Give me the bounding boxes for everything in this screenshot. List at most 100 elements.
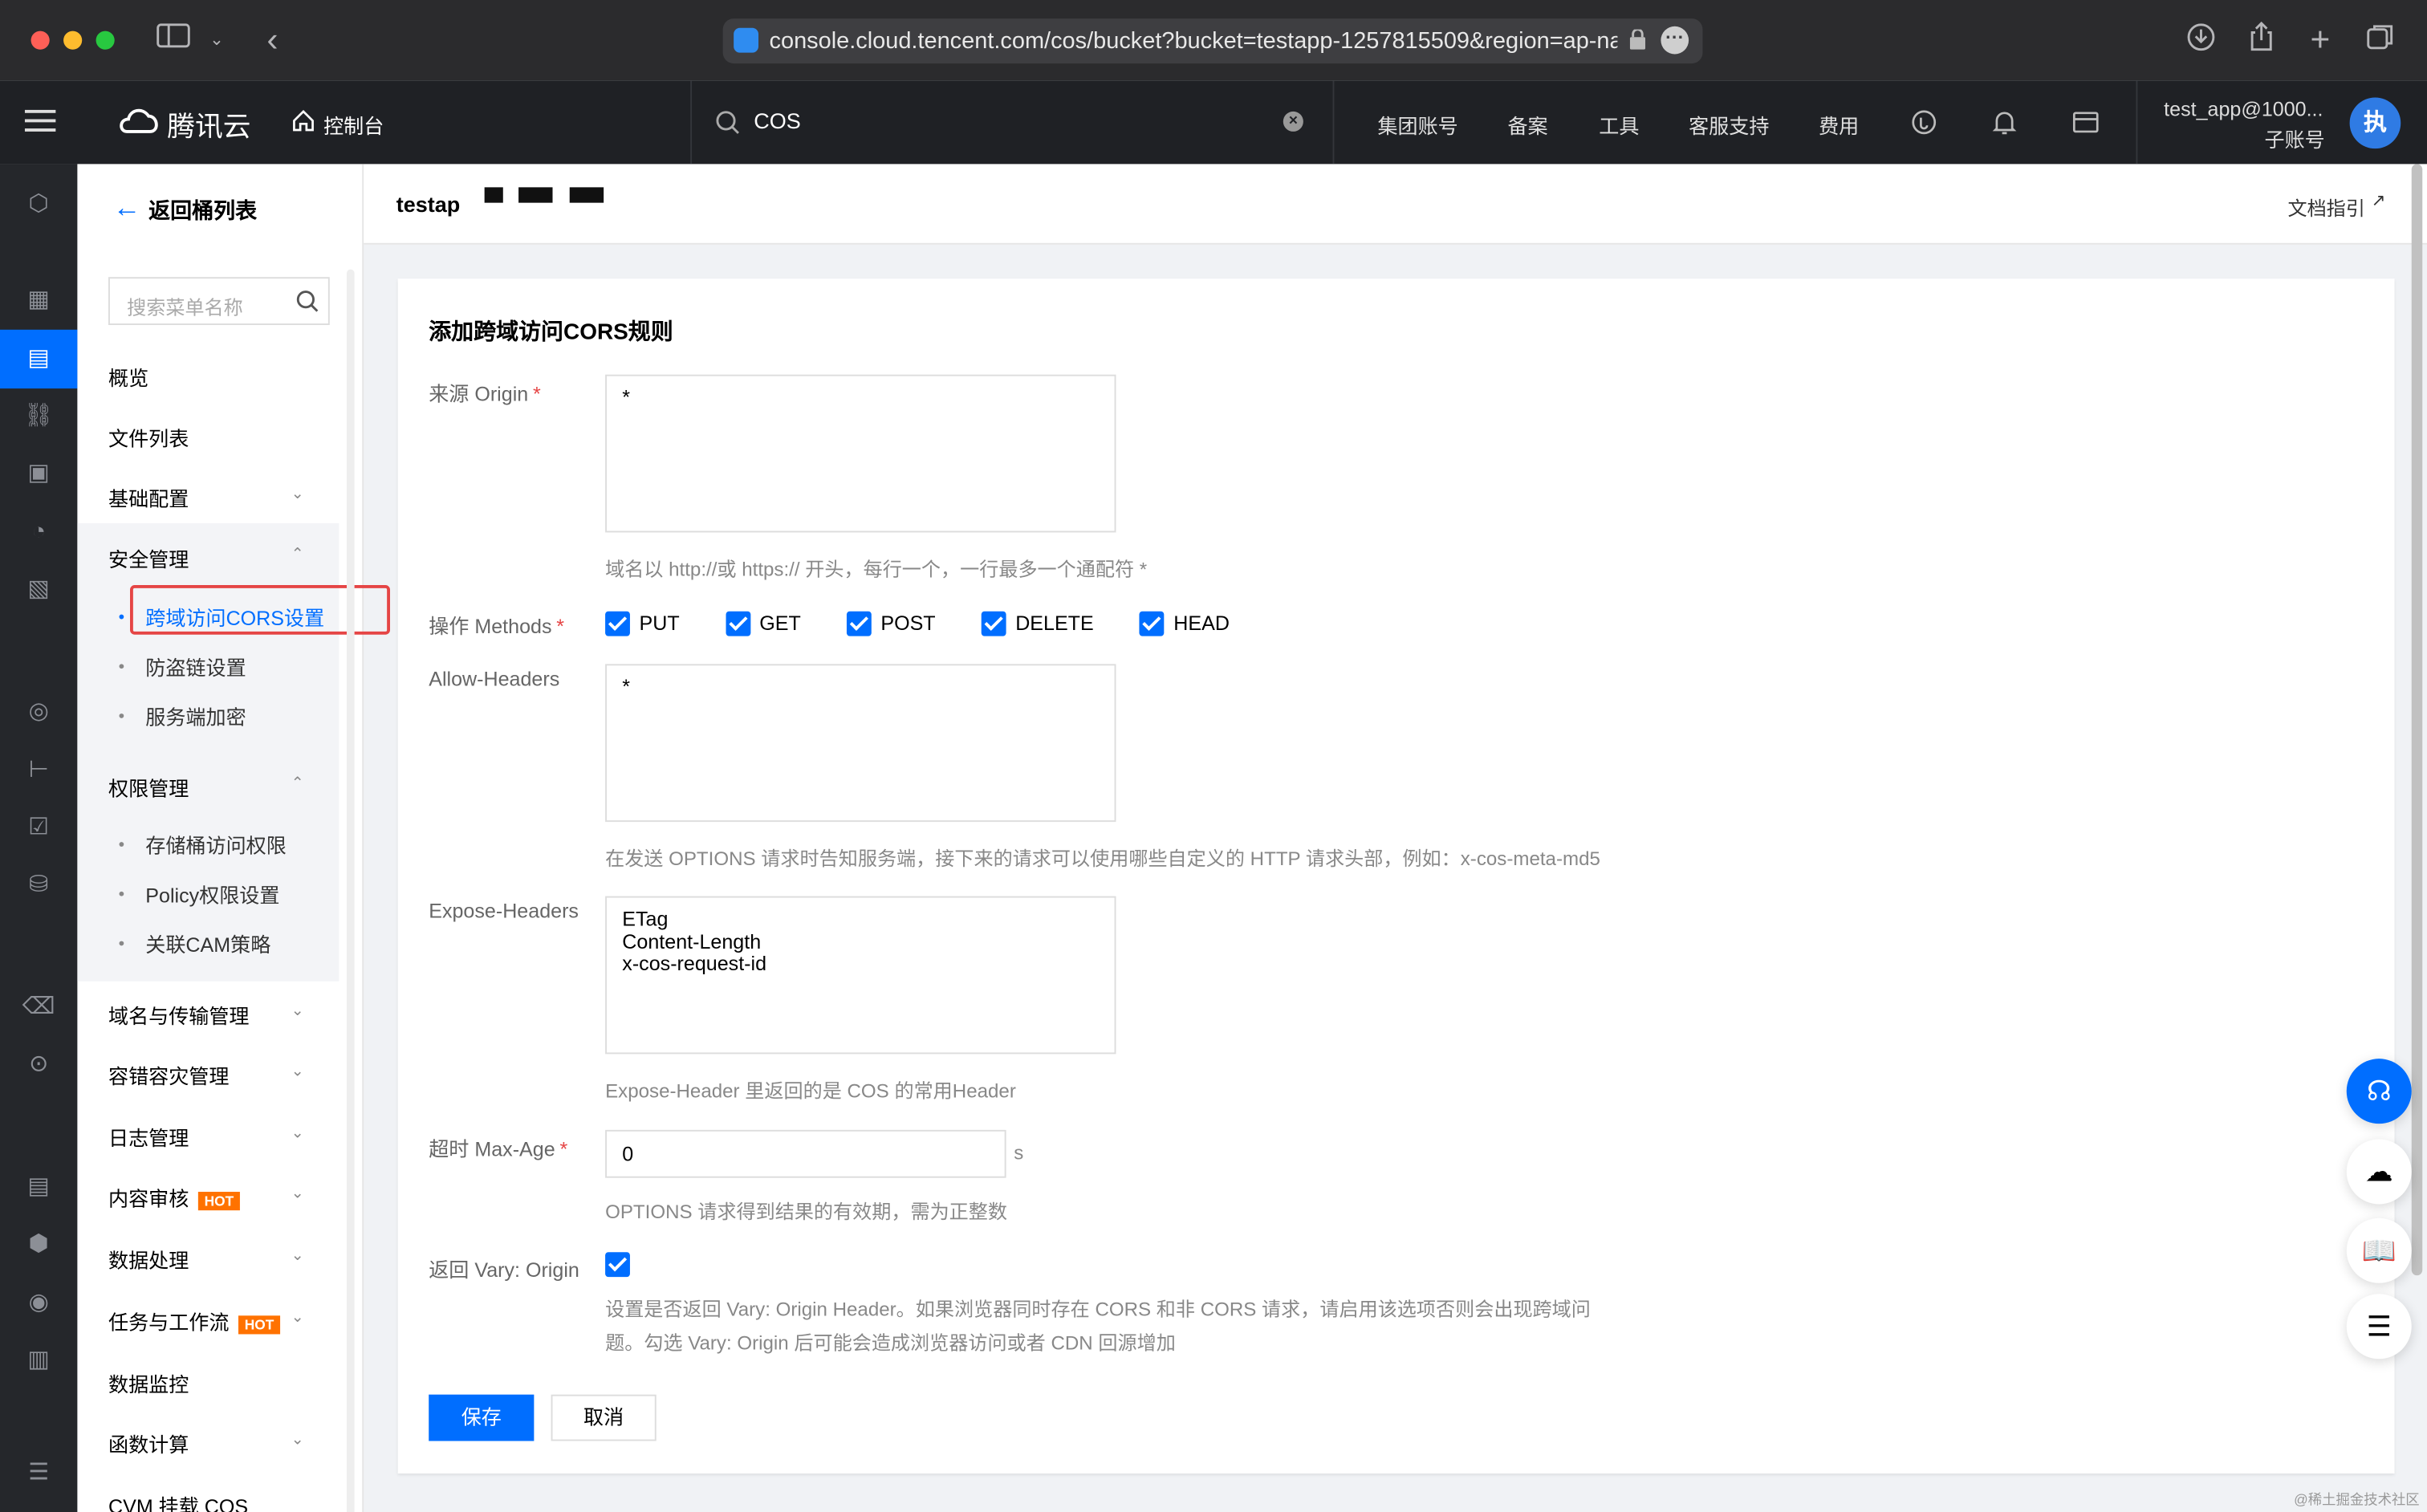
- menu-item-audit[interactable]: 内容审核 HOT: [108, 1182, 240, 1212]
- menu-item-domain[interactable]: 域名与传输管理: [108, 1000, 250, 1030]
- nav-link-tools[interactable]: 工具: [1599, 110, 1639, 140]
- list-menu-icon[interactable]: ☰: [2346, 1294, 2412, 1360]
- pulse-icon[interactable]: ◉: [22, 1286, 55, 1320]
- nav-link-billing[interactable]: 费用: [1819, 110, 1859, 140]
- menu-item-file-list[interactable]: 文件列表: [108, 423, 189, 453]
- brand-name[interactable]: 腾讯云: [167, 105, 250, 145]
- save-button[interactable]: 保存: [429, 1394, 535, 1441]
- link-icon[interactable]: ⛓: [22, 400, 55, 433]
- checkbox-checked-icon[interactable]: [725, 610, 750, 636]
- cloud-assistant-icon[interactable]: ☁: [2346, 1139, 2412, 1205]
- method-get-checkbox[interactable]: GET: [725, 610, 801, 636]
- checklist-icon[interactable]: ☑: [22, 811, 55, 845]
- maxage-unit: s: [1014, 1142, 1024, 1164]
- bullet-dot: [119, 664, 124, 669]
- origin-textarea[interactable]: *: [605, 374, 1116, 533]
- tencent-cloud-logo-icon[interactable]: [118, 104, 161, 145]
- menu-item-bucket-acl[interactable]: 存储桶访问权限: [145, 830, 287, 860]
- menu-item-security[interactable]: 安全管理: [108, 543, 189, 573]
- storage-list-icon[interactable]: ▤: [22, 1170, 55, 1204]
- vary-origin-checkbox[interactable]: [605, 1250, 630, 1278]
- checkbox-checked-icon[interactable]: [605, 1251, 630, 1277]
- trash-icon[interactable]: ⌫: [22, 990, 55, 1024]
- search-icon: [295, 290, 319, 321]
- new-tab-plus-icon[interactable]: +: [2302, 21, 2339, 59]
- bucket-menu: ← 返回桶列表 搜索菜单名称 概览 文件列表 基础配置 ⌄ 安全管理 ⌃ 跨域访…: [77, 164, 391, 1512]
- menu-item-log[interactable]: 日志管理: [108, 1122, 189, 1152]
- more-options-icon[interactable]: ···: [1661, 26, 1689, 55]
- minimize-window-button[interactable]: [63, 30, 83, 50]
- global-search-input[interactable]: COS: [754, 108, 801, 133]
- avatar[interactable]: 执: [2349, 97, 2401, 149]
- address-bar[interactable]: console.cloud.tencent.com/cos/bucket?buc…: [722, 18, 1703, 64]
- account-name[interactable]: test_app@1000...: [2164, 98, 2323, 121]
- dashboard-grid-icon[interactable]: ▦: [22, 283, 55, 317]
- menu-item-hotlink[interactable]: 防盗链设置: [145, 652, 246, 681]
- work-order-icon[interactable]: [2072, 110, 2099, 143]
- method-put-checkbox[interactable]: PUT: [605, 610, 680, 636]
- checkbox-checked-icon[interactable]: [846, 610, 872, 636]
- menu-item-monitor[interactable]: 数据监控: [108, 1368, 189, 1398]
- calendar-icon[interactable]: ▣: [22, 457, 55, 490]
- menu-item-function[interactable]: 函数计算: [108, 1429, 189, 1458]
- chevron-down-icon: ⌄: [291, 1309, 304, 1327]
- docs-book-icon[interactable]: 📖: [2346, 1217, 2412, 1283]
- clear-search-icon[interactable]: ×: [1283, 111, 1303, 132]
- cancel-button[interactable]: 取消: [551, 1394, 657, 1441]
- cube-icon[interactable]: ⬡: [22, 187, 55, 221]
- monitor-icon[interactable]: ◎: [22, 695, 55, 729]
- menu-item-cam[interactable]: 关联CAM策略: [145, 929, 270, 958]
- method-delete-checkbox[interactable]: DELETE: [981, 610, 1094, 636]
- checkbox-checked-icon[interactable]: [605, 610, 630, 636]
- zoom-window-button[interactable]: [96, 30, 115, 50]
- tab-overview-icon[interactable]: [2362, 22, 2399, 59]
- storage-icon[interactable]: ▤: [22, 342, 55, 376]
- bell-icon[interactable]: [1992, 110, 2017, 144]
- menu-item-cvm[interactable]: CVM 挂载 COS: [108, 1490, 248, 1512]
- panel-icon[interactable]: ▥: [22, 1343, 55, 1377]
- page-scrollbar[interactable]: [2411, 164, 2423, 1276]
- home-icon[interactable]: [291, 108, 316, 141]
- download-icon[interactable]: [2182, 22, 2219, 59]
- collapse-rail-icon[interactable]: ☰: [22, 1457, 55, 1490]
- pie-chart-icon[interactable]: ◔: [22, 515, 55, 549]
- mini-program-icon[interactable]: [1912, 110, 1937, 143]
- expose-headers-textarea[interactable]: ETag Content-Length x-cos-request-id: [605, 896, 1116, 1055]
- menu-item-workflow[interactable]: 任务与工作流 HOT: [108, 1307, 281, 1336]
- share-icon[interactable]: [2243, 21, 2280, 59]
- close-window-button[interactable]: [30, 30, 50, 50]
- nav-link-icp[interactable]: 备案: [1507, 110, 1547, 140]
- menu-item-basic-config[interactable]: 基础配置: [108, 483, 189, 513]
- method-label: GET: [759, 611, 801, 635]
- menu-item-disaster[interactable]: 容错容灾管理: [108, 1060, 229, 1090]
- sidebar-toggle-icon[interactable]: [155, 22, 192, 59]
- console-home-link[interactable]: 控制台: [323, 110, 384, 140]
- menu-item-policy[interactable]: Policy权限设置: [145, 879, 279, 908]
- menu-item-data-process[interactable]: 数据处理: [108, 1245, 189, 1274]
- topology-icon[interactable]: ⊢: [22, 754, 55, 787]
- method-head-checkbox[interactable]: HEAD: [1139, 610, 1230, 636]
- inspect-icon[interactable]: ⊙: [22, 1048, 55, 1082]
- image-icon[interactable]: ▧: [22, 573, 55, 607]
- menu-search-input[interactable]: 搜索菜单名称: [108, 277, 330, 326]
- menu-item-overview[interactable]: 概览: [108, 362, 148, 392]
- customer-service-icon[interactable]: ☊: [2346, 1059, 2412, 1124]
- method-post-checkbox[interactable]: POST: [846, 610, 936, 636]
- hamburger-menu-icon[interactable]: [24, 108, 56, 141]
- back-arrow-icon[interactable]: ‹: [254, 21, 291, 59]
- back-to-bucket-list[interactable]: 返回桶列表: [148, 195, 257, 226]
- checkbox-checked-icon[interactable]: [981, 610, 1006, 636]
- chevron-down-icon[interactable]: ⌄: [198, 22, 235, 59]
- allow-headers-textarea[interactable]: *: [605, 664, 1116, 823]
- nav-link-group-account[interactable]: 集团账号: [1377, 110, 1457, 140]
- checkbox-checked-icon[interactable]: [1139, 610, 1165, 636]
- menu-scrollbar[interactable]: [347, 269, 355, 1512]
- database-icon[interactable]: ⛁: [22, 868, 55, 902]
- back-arrow-icon[interactable]: ←: [113, 192, 141, 225]
- settings-hex-icon[interactable]: ⬢: [22, 1227, 55, 1261]
- menu-item-permission[interactable]: 权限管理: [108, 772, 189, 802]
- maxage-input[interactable]: 0: [605, 1129, 1006, 1178]
- nav-link-support[interactable]: 客服支持: [1689, 110, 1769, 140]
- menu-item-encryption[interactable]: 服务端加密: [145, 701, 246, 731]
- doc-guide-link[interactable]: 文档指引: [2287, 192, 2364, 222]
